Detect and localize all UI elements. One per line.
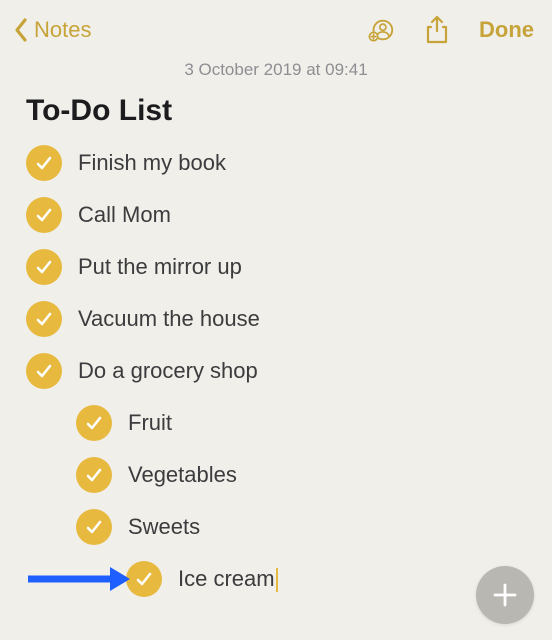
nav-actions: Done (367, 16, 534, 44)
new-note-button[interactable] (476, 566, 534, 624)
checklist-item[interactable]: Vacuum the house (26, 298, 526, 340)
checkmark-icon (84, 517, 104, 537)
checkmark-icon (34, 205, 54, 225)
checklist-item[interactable]: Ice cream (126, 558, 526, 600)
checkmark-icon (34, 361, 54, 381)
checkmark-icon (34, 257, 54, 277)
checkbox[interactable] (26, 249, 62, 285)
item-text[interactable]: Sweets (128, 513, 200, 542)
checkbox[interactable] (26, 301, 62, 337)
checklist-item[interactable]: Sweets (76, 506, 526, 548)
checkmark-icon (34, 153, 54, 173)
text-cursor (276, 568, 278, 592)
navbar: Notes Done (0, 0, 552, 52)
checkbox[interactable] (26, 197, 62, 233)
checklist-item[interactable]: Call Mom (26, 194, 526, 236)
checklist-item[interactable]: Put the mirror up (26, 246, 526, 288)
share-button[interactable] (423, 16, 451, 44)
item-text[interactable]: Do a grocery shop (78, 357, 258, 386)
checkmark-icon (84, 465, 104, 485)
person-add-icon (367, 16, 395, 44)
back-label: Notes (34, 17, 91, 43)
collaborate-button[interactable] (367, 16, 395, 44)
checklist-item[interactable]: Fruit (76, 402, 526, 444)
checkbox[interactable] (26, 353, 62, 389)
timestamp: 3 October 2019 at 09:41 (0, 60, 552, 80)
checkbox[interactable] (126, 561, 162, 597)
item-text[interactable]: Put the mirror up (78, 253, 242, 282)
item-text[interactable]: Finish my book (78, 149, 226, 178)
checkmark-icon (134, 569, 154, 589)
item-text[interactable]: Vacuum the house (78, 305, 260, 334)
item-text[interactable]: Call Mom (78, 201, 171, 230)
checkmark-icon (84, 413, 104, 433)
plus-icon (492, 582, 518, 608)
share-icon (423, 15, 451, 45)
item-text[interactable]: Ice cream (178, 565, 278, 594)
checkbox[interactable] (26, 145, 62, 181)
item-text[interactable]: Vegetables (128, 461, 237, 490)
checklist-item[interactable]: Vegetables (76, 454, 526, 496)
checkbox[interactable] (76, 457, 112, 493)
chevron-left-icon (12, 17, 30, 43)
checkmark-icon (34, 309, 54, 329)
checklist[interactable]: Finish my book Call Mom Put the mirror u… (0, 142, 552, 600)
back-button[interactable]: Notes (12, 17, 91, 43)
checkbox[interactable] (76, 405, 112, 441)
checkbox[interactable] (76, 509, 112, 545)
note-title[interactable]: To-Do List (0, 94, 552, 128)
item-text[interactable]: Fruit (128, 409, 172, 438)
checklist-item[interactable]: Do a grocery shop (26, 350, 526, 392)
checklist-item[interactable]: Finish my book (26, 142, 526, 184)
done-button[interactable]: Done (479, 17, 534, 43)
